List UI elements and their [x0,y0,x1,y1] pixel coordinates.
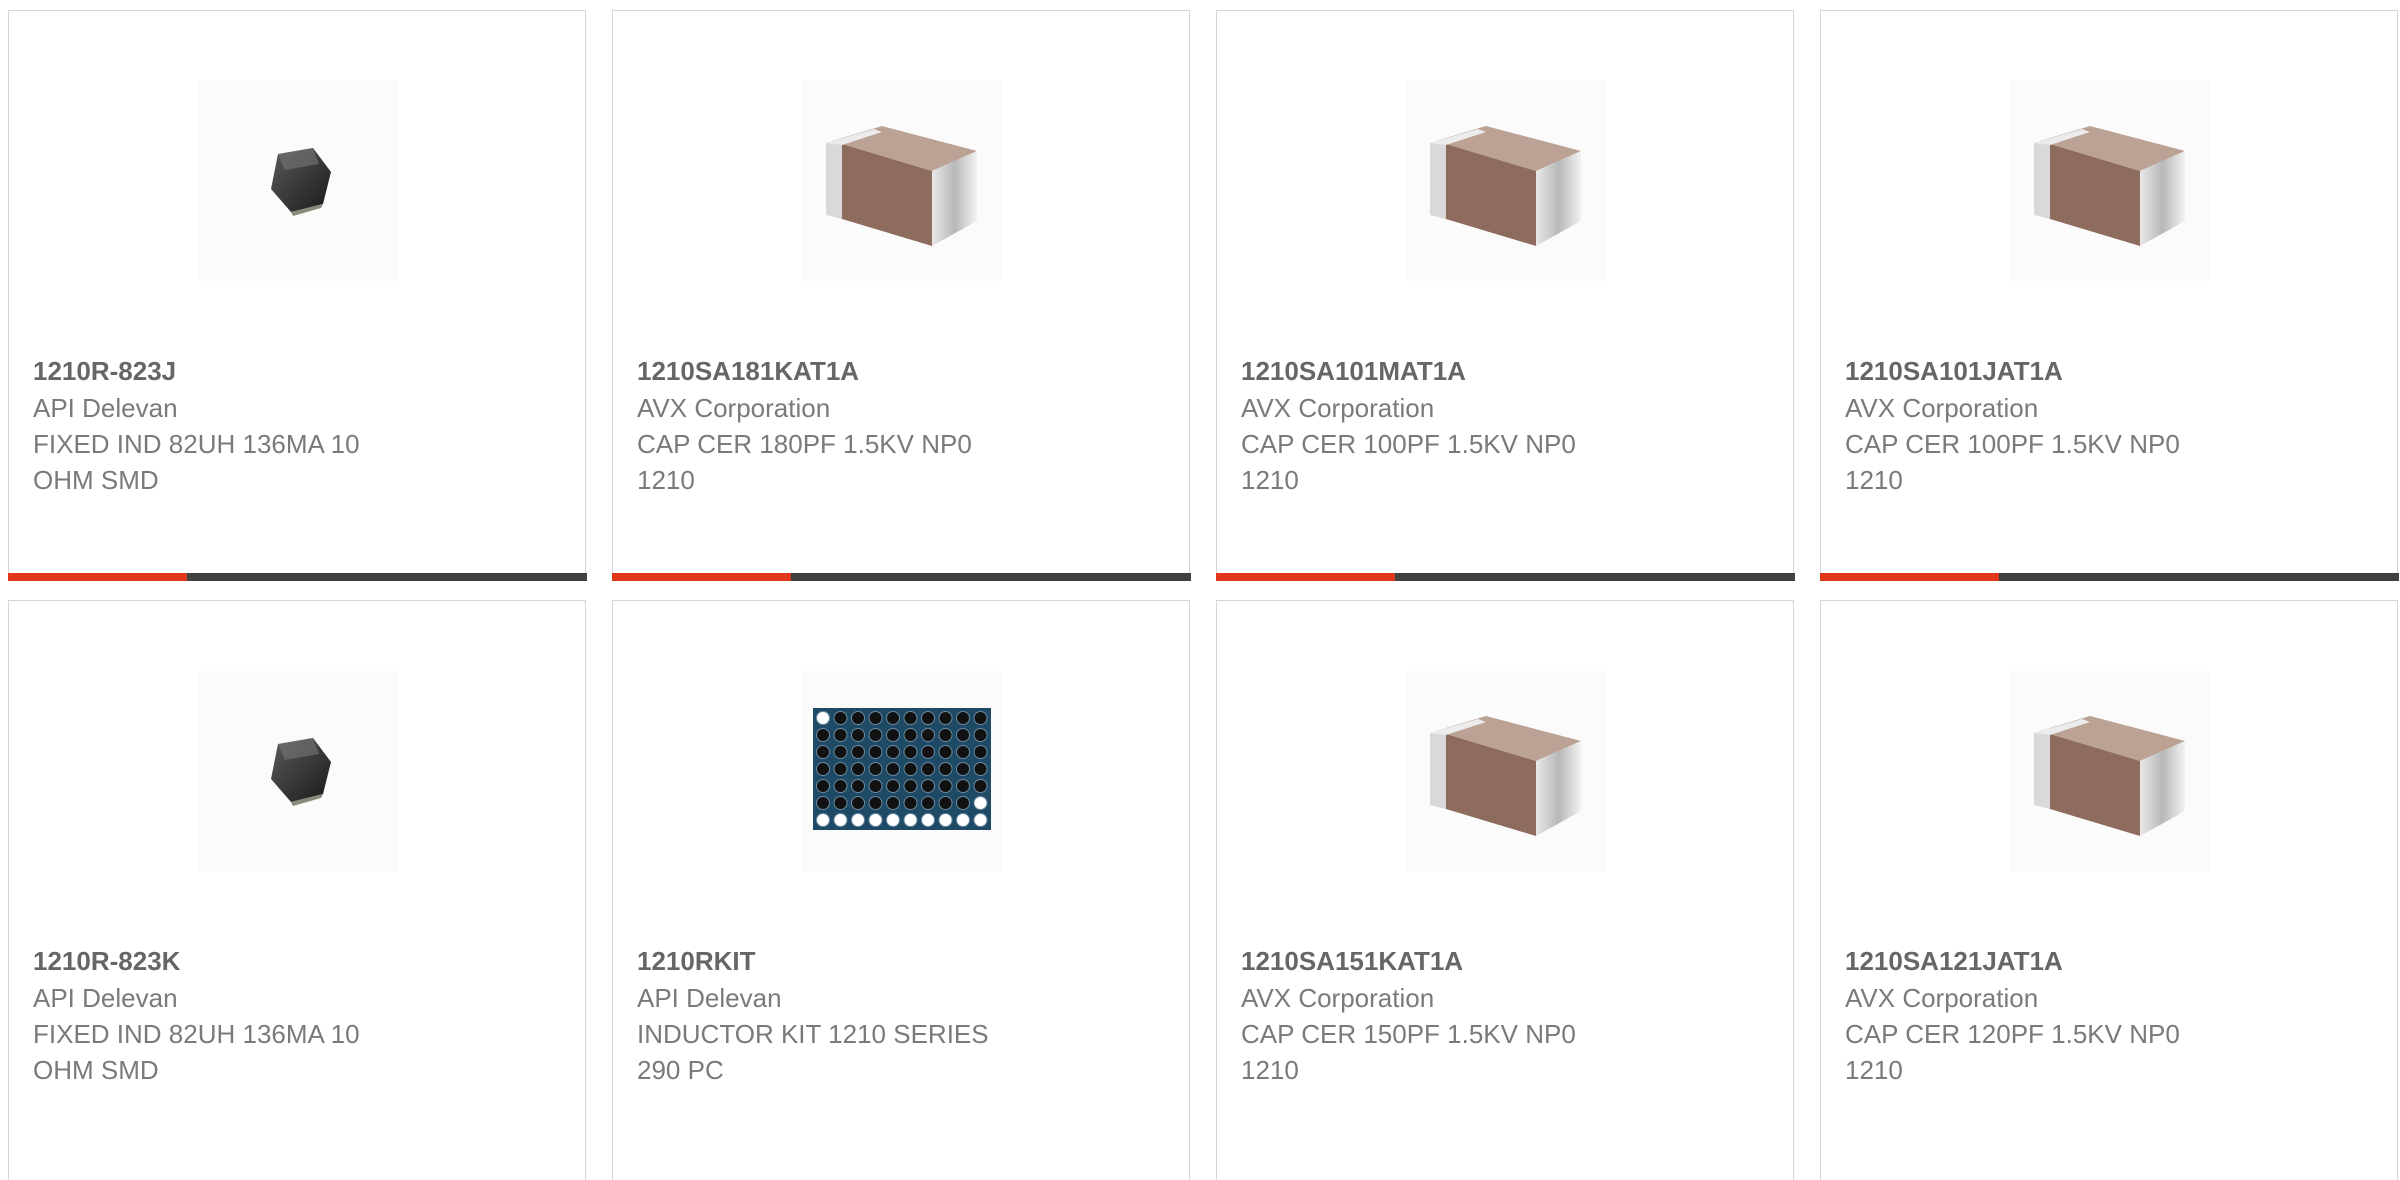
description: FIXED IND 82UH 136MA 10 OHM SMD [33,429,360,495]
product-card[interactable]: 1210SA121JAT1A AVX Corporation CAP CER 1… [1820,600,2398,1180]
capacitor-image[interactable] [2010,671,2210,871]
progress-bar [1215,572,1795,581]
description: CAP CER 150PF 1.5KV NP0 1210 [1241,1019,1576,1085]
progress-bar [1819,572,2399,581]
product-card[interactable]: 1210SA181KAT1A AVX Corporation CAP CER 1… [611,10,1191,581]
manufacturer: API Delevan [637,983,782,1013]
description: CAP CER 120PF 1.5KV NP0 1210 [1845,1019,2180,1085]
progress-fill [7,572,187,581]
manufacturer: AVX Corporation [637,393,831,423]
part-number[interactable]: 1210SA181KAT1A [637,352,1169,390]
manufacturer: AVX Corporation [1241,393,1435,423]
product-card[interactable]: 1210SA101MAT1A AVX Corporation CAP CER 1… [1215,10,1795,581]
description: CAP CER 100PF 1.5KV NP0 1210 [1241,429,1576,495]
manufacturer: API Delevan [33,393,178,423]
product-card[interactable]: 1210SA151KAT1A AVX Corporation CAP CER 1… [1216,600,1794,1180]
inductor-image[interactable] [198,81,398,281]
inductor-kit-image[interactable] [802,671,1002,871]
progress-bar [7,572,587,581]
progress-fill [1819,572,1999,581]
description: CAP CER 180PF 1.5KV NP0 1210 [637,429,972,495]
product-card[interactable]: 1210RKIT API Delevan INDUCTOR KIT 1210 S… [612,600,1190,1180]
progress-fill [611,572,791,581]
part-number[interactable]: 1210SA101JAT1A [1845,352,2377,390]
progress-fill [1215,572,1395,581]
manufacturer: AVX Corporation [1845,393,2039,423]
product-card[interactable]: 1210R-823J API Delevan FIXED IND 82UH 13… [7,10,587,581]
part-number[interactable]: 1210R-823K [33,942,565,980]
inductor-image[interactable] [198,671,398,871]
capacitor-image[interactable] [1406,81,1606,281]
manufacturer: AVX Corporation [1845,983,2039,1013]
part-number[interactable]: 1210R-823J [33,352,565,390]
part-number[interactable]: 1210RKIT [637,942,1169,980]
product-card[interactable]: 1210SA101JAT1A AVX Corporation CAP CER 1… [1819,10,2399,581]
part-number[interactable]: 1210SA151KAT1A [1241,942,1773,980]
capacitor-image[interactable] [802,81,1002,281]
part-number[interactable]: 1210SA121JAT1A [1845,942,2377,980]
description: INDUCTOR KIT 1210 SERIES 290 PC [637,1019,989,1085]
capacitor-image[interactable] [2010,81,2210,281]
description: FIXED IND 82UH 136MA 10 OHM SMD [33,1019,360,1085]
capacitor-image[interactable] [1406,671,1606,871]
part-number[interactable]: 1210SA101MAT1A [1241,352,1773,390]
manufacturer: AVX Corporation [1241,983,1435,1013]
product-card[interactable]: 1210R-823K API Delevan FIXED IND 82UH 13… [8,600,586,1180]
manufacturer: API Delevan [33,983,178,1013]
description: CAP CER 100PF 1.5KV NP0 1210 [1845,429,2180,495]
progress-bar [611,572,1191,581]
